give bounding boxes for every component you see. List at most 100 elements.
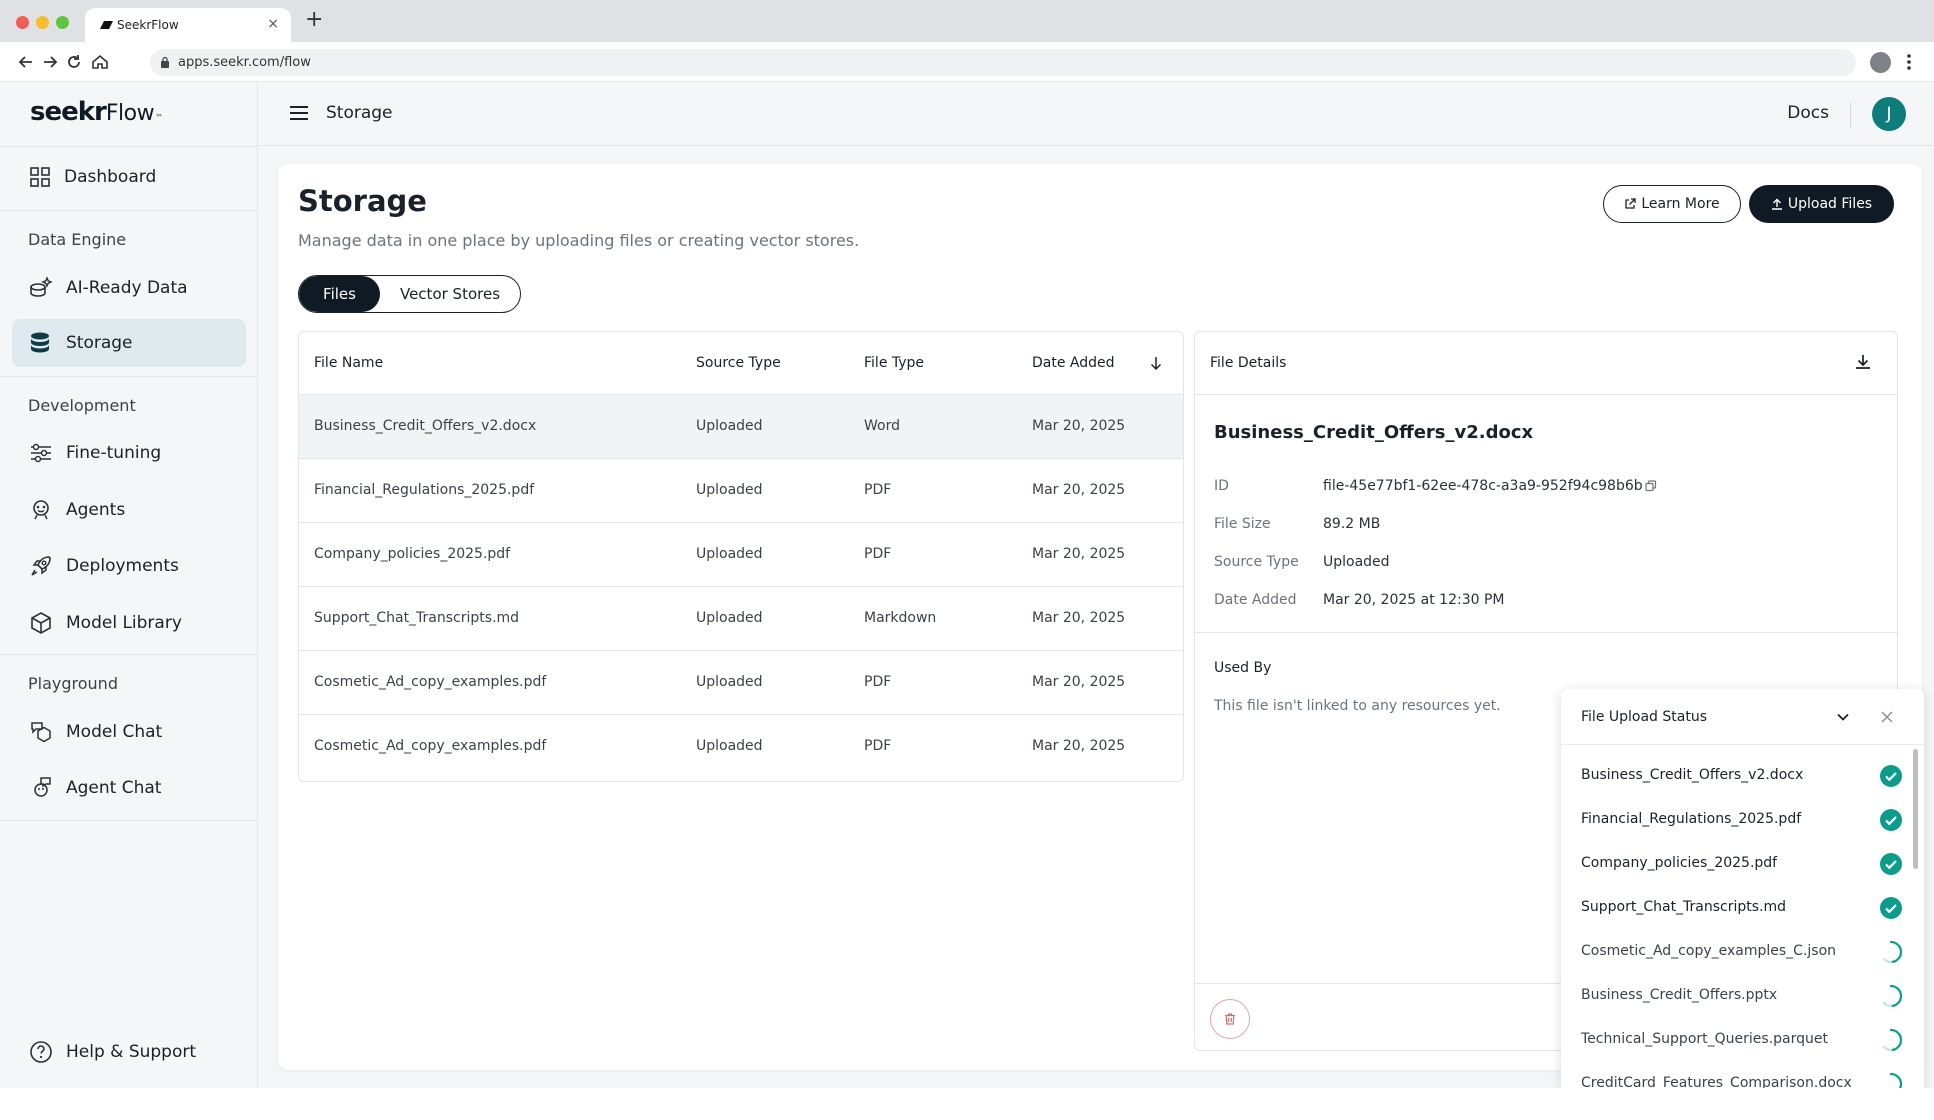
sidebar-item-label: Dashboard — [64, 167, 157, 187]
hamburger-menu-icon[interactable] — [288, 102, 310, 124]
sidebar-item-label: Storage — [66, 333, 133, 353]
chevron-down-icon[interactable] — [1833, 707, 1853, 727]
storage-tabs: Files Vector Stores — [298, 275, 521, 313]
sidebar-item-label: Help & Support — [66, 1042, 197, 1062]
sidebar-item-help-support[interactable]: Help & Support — [12, 1028, 246, 1076]
sidebar-item-dashboard[interactable]: Dashboard — [12, 153, 246, 201]
detail-value-size: 89.2 MB — [1323, 516, 1381, 532]
sidebar-divider — [0, 376, 258, 377]
trash-icon — [1225, 1013, 1235, 1025]
used-by-empty-text: This file isn't linked to any resources … — [1214, 698, 1501, 714]
upload-item: Company_policies_2025.pdf — [1561, 842, 1911, 886]
copy-icon[interactable] — [1645, 480, 1657, 492]
upload-files-button[interactable]: Upload Files — [1749, 185, 1894, 223]
window-close-control[interactable] — [16, 16, 29, 29]
detail-value-id: file-45e77bf1-62ee-478c-a3a9-952f94c98b6… — [1323, 478, 1643, 494]
sidebar-item-model-chat[interactable]: Model Chat — [12, 708, 246, 756]
sidebar-section-data-engine: Data Engine — [28, 230, 127, 249]
check-circle-icon — [1880, 765, 1902, 787]
sidebar-item-label: AI-Ready Data — [66, 278, 188, 298]
forward-icon[interactable] — [40, 52, 60, 72]
sidebar-item-deployments[interactable]: Deployments — [12, 542, 246, 590]
seekr-favicon-icon — [100, 21, 113, 29]
address-bar[interactable]: apps.seekr.com/flow — [150, 49, 1856, 76]
check-circle-icon — [1880, 853, 1902, 875]
back-icon[interactable] — [16, 52, 36, 72]
docs-link[interactable]: Docs — [1787, 103, 1829, 123]
detail-label-id: ID — [1214, 478, 1229, 494]
table-row[interactable]: Company_policies_2025.pdf Uploaded PDF M… — [299, 523, 1183, 587]
new-tab-icon[interactable]: + — [305, 9, 323, 31]
sidebar-divider — [0, 820, 258, 821]
browser-menu-icon[interactable] — [1906, 52, 1912, 72]
check-circle-icon — [1880, 897, 1902, 919]
loading-spinner-icon — [1882, 1028, 1903, 1052]
upload-status-header: File Upload Status — [1561, 689, 1924, 745]
table-row[interactable]: Cosmetic_Ad_copy_examples.pdf Uploaded P… — [299, 715, 1183, 779]
sort-descending-icon[interactable] — [1148, 355, 1164, 371]
detail-value-source: Uploaded — [1323, 554, 1390, 570]
upload-status-title: File Upload Status — [1581, 709, 1707, 725]
sidebar-item-agent-chat[interactable]: Agent Chat — [12, 764, 246, 812]
details-file-name: Business_Credit_Offers_v2.docx — [1214, 422, 1534, 443]
browser-toolbar: apps.seekr.com/flow — [0, 42, 1934, 82]
column-header-file-type[interactable]: File Type — [864, 355, 924, 371]
upload-icon — [1771, 198, 1782, 210]
sidebar-item-model-library[interactable]: Model Library — [12, 599, 246, 647]
browser-tab[interactable]: SeekrFlow × — [85, 8, 291, 42]
browser-profile-icon[interactable] — [1870, 52, 1891, 73]
table-row[interactable]: Financial_Regulations_2025.pdf Uploaded … — [299, 459, 1183, 523]
window-maximize-control[interactable] — [56, 16, 69, 29]
sidebar-item-storage[interactable]: Storage — [12, 319, 246, 367]
sidebar-item-label: Fine-tuning — [66, 443, 162, 463]
page-subtitle: Manage data in one place by uploading fi… — [298, 231, 860, 250]
help-circle-icon — [30, 1041, 52, 1063]
avatar[interactable]: J — [1872, 97, 1906, 131]
used-by-label: Used By — [1214, 660, 1272, 676]
sidebar-divider — [0, 146, 258, 147]
learn-more-button[interactable]: Learn More — [1603, 185, 1741, 223]
table-row[interactable]: Cosmetic_Ad_copy_examples.pdf Uploaded P… — [299, 651, 1183, 715]
window-minimize-control[interactable] — [36, 16, 49, 29]
check-circle-icon — [1880, 809, 1902, 831]
column-header-date-added[interactable]: Date Added — [1032, 355, 1115, 371]
tab-vector-stores[interactable]: Vector Stores — [380, 276, 520, 312]
close-icon[interactable] — [1877, 707, 1897, 727]
seekrflow-logo[interactable]: seekr Flow ™ — [30, 97, 163, 129]
home-icon[interactable] — [90, 52, 110, 72]
detail-value-date: Mar 20, 2025 at 12:30 PM — [1323, 592, 1505, 608]
sidebar-section-playground: Playground — [28, 674, 118, 693]
top-bar: Storage Docs J — [258, 82, 1934, 146]
reload-icon[interactable] — [64, 52, 84, 72]
upload-item: Cosmetic_Ad_copy_examples_C.json — [1561, 930, 1911, 974]
upload-item: Business_Credit_Offers.pptx — [1561, 974, 1911, 1018]
download-icon[interactable] — [1853, 352, 1873, 372]
sidebar-item-agents[interactable]: Agents — [12, 486, 246, 534]
detail-label-source: Source Type — [1214, 554, 1299, 570]
close-tab-icon[interactable]: × — [267, 16, 279, 32]
column-header-file-name[interactable]: File Name — [314, 355, 383, 371]
browser-tab-title: SeekrFlow — [117, 18, 179, 32]
sidebar-item-ai-ready-data[interactable]: AI-Ready Data — [12, 264, 246, 312]
column-header-source-type[interactable]: Source Type — [696, 355, 781, 371]
file-upload-status-panel: File Upload Status Business_Credit_Offer… — [1561, 689, 1924, 1088]
file-details-header: File Details — [1195, 332, 1897, 395]
delete-file-button[interactable] — [1210, 999, 1250, 1039]
sidebar-section-development: Development — [28, 396, 136, 415]
tab-files[interactable]: Files — [299, 276, 380, 312]
model-chat-icon — [31, 722, 51, 743]
upload-item: Business_Credit_Offers_v2.docx — [1561, 754, 1911, 798]
browser-tab-bar: SeekrFlow × + — [0, 0, 1934, 42]
files-table: File Name Source Type File Type Date Add… — [298, 331, 1184, 782]
sidebar-item-label: Model Library — [66, 613, 182, 633]
table-row[interactable]: Support_Chat_Transcripts.md Uploaded Mar… — [299, 587, 1183, 651]
upload-item: Financial_Regulations_2025.pdf — [1561, 798, 1911, 842]
agent-chat-icon — [34, 777, 51, 797]
upload-list-scrollbar[interactable] — [1913, 749, 1918, 869]
table-row[interactable]: Business_Credit_Offers_v2.docx Uploaded … — [299, 395, 1183, 459]
sidebar-item-label: Agents — [66, 500, 126, 520]
page-bottom-area — [0, 1088, 1934, 1120]
cube-icon — [31, 612, 51, 634]
sidebar-item-fine-tuning[interactable]: Fine-tuning — [12, 429, 246, 477]
upload-item: Technical_Support_Queries.parquet — [1561, 1018, 1911, 1062]
